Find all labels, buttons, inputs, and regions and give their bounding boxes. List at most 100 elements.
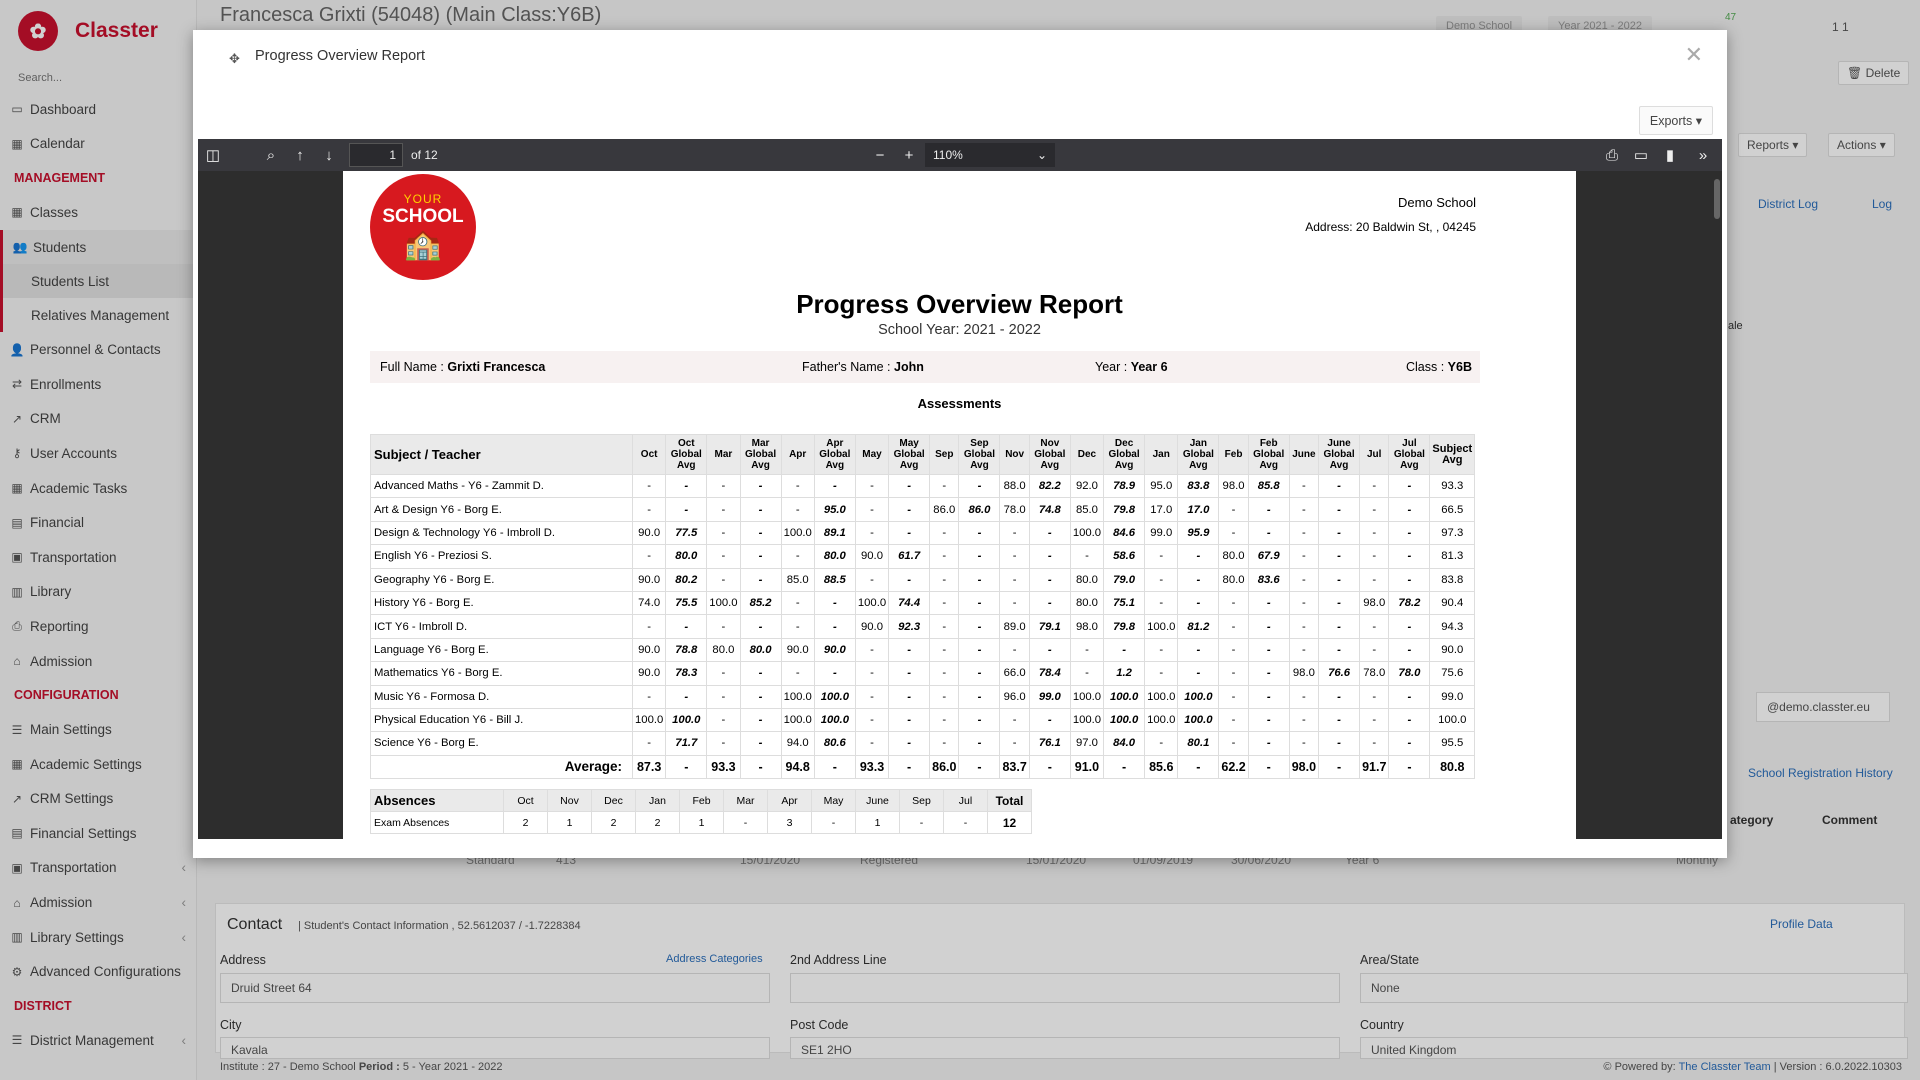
grade-cell: 100.0 — [631, 707, 667, 733]
grade-cell: 95.0 — [1144, 473, 1179, 499]
arrow-up-icon[interactable]: ↑ — [286, 139, 314, 171]
grade-cell: - — [1218, 707, 1249, 733]
grade-cell: - — [1359, 497, 1390, 522]
grade-cell: - — [1318, 497, 1361, 522]
grade-cell: - — [1028, 637, 1071, 663]
grade-cell: 94.0 — [780, 731, 815, 756]
absences-cell: 2 — [591, 811, 636, 834]
grade-cell: - — [958, 590, 1001, 616]
bookmark-icon[interactable]: ▮ — [1656, 139, 1684, 171]
grade-cell: 79.0 — [1103, 567, 1146, 592]
grade-cell: - — [929, 731, 960, 756]
grade-cell: - — [1359, 637, 1390, 663]
school-logo: YOUR SCHOOL 🏫 — [370, 174, 476, 280]
grade-cell: - — [780, 590, 815, 616]
subject-avg-cell: 99.0 — [1429, 684, 1476, 709]
grade-cell: - — [958, 637, 1001, 663]
search-icon[interactable]: ⌕ — [257, 139, 285, 171]
average-cell: 62.2 — [1218, 754, 1249, 780]
grade-cell: - — [958, 684, 1001, 709]
grade-cell: 17.0 — [1144, 497, 1179, 522]
absences-header-row: Absences Oct Nov Dec Jan Feb Mar Apr May June Sep J… — [370, 789, 1032, 812]
subject-avg-cell: 90.0 — [1429, 637, 1476, 663]
average-cell: - — [1247, 754, 1290, 780]
print-icon[interactable]: ⎙ — [1598, 139, 1626, 171]
grade-cell: - — [1288, 637, 1320, 663]
grade-cell: 99.0 — [1144, 520, 1179, 546]
grade-cell: - — [1388, 637, 1431, 663]
arrow-down-icon[interactable]: ↓ — [315, 139, 343, 171]
pdf-scrollbar[interactable] — [1714, 179, 1720, 219]
grade-cell: - — [1103, 637, 1146, 663]
move-icon[interactable]: ✥ — [229, 51, 240, 67]
sidebar-toggle-icon[interactable]: ◫ — [199, 139, 227, 171]
column-header: June — [1288, 434, 1320, 475]
pdf-viewer: ◫ ⌕ ↑ ↓ 1 of 12 − + 110% ⌄ ⎙ ▭ ▮ » YOUR S… — [198, 139, 1722, 839]
tools-menu-icon[interactable]: » — [1689, 139, 1717, 171]
grade-cell: 75.1 — [1103, 590, 1146, 616]
grade-cell: 95.9 — [1177, 520, 1220, 546]
average-cell: - — [739, 754, 782, 780]
grade-cell: - — [1318, 614, 1361, 639]
grade-cell: - — [739, 731, 782, 756]
grade-cell: - — [1028, 590, 1071, 616]
grade-cell: 100.0 — [706, 590, 741, 616]
absences-month-header: Dec — [591, 789, 636, 812]
subject-cell: Physical Education Y6 - Bill J. — [370, 707, 633, 733]
grade-cell: 100.0 — [813, 684, 856, 709]
close-icon[interactable]: ✕ — [1685, 42, 1703, 68]
grade-cell: - — [1177, 637, 1220, 663]
grade-cell: 66.0 — [999, 661, 1030, 686]
report-modal: ✥ Progress Overview Report ✕ Exports ▾ ◫… — [193, 30, 1727, 858]
grade-cell: - — [958, 473, 1001, 499]
grade-cell: 79.8 — [1103, 497, 1146, 522]
grade-cell: - — [1388, 707, 1431, 733]
grade-cell: - — [1247, 731, 1290, 756]
grade-cell: - — [706, 497, 741, 522]
grade-cell: - — [1288, 567, 1320, 592]
grade-cell: - — [1288, 731, 1320, 756]
grade-cell: - — [929, 520, 960, 546]
grade-cell: 100.0 — [1177, 707, 1220, 733]
column-header: Apr — [780, 434, 815, 475]
subject-cell: Science Y6 - Borg E. — [370, 731, 633, 756]
grade-cell: - — [1288, 614, 1320, 639]
open-file-icon[interactable]: ▭ — [1627, 139, 1655, 171]
subject-avg-cell: 93.3 — [1429, 473, 1476, 499]
grade-cell: - — [739, 661, 782, 686]
average-cell: 94.8 — [780, 754, 815, 780]
absences-cell: 2 — [503, 811, 548, 834]
absences-month-header: Jul — [943, 789, 988, 812]
assessments-title: Assessments — [917, 396, 1002, 411]
grade-cell: - — [929, 567, 960, 592]
exports-button[interactable]: Exports ▾ — [1638, 106, 1713, 135]
grade-cell: 90.0 — [631, 567, 667, 592]
zoom-in-icon[interactable]: + — [895, 139, 923, 171]
column-header: May — [854, 434, 890, 475]
grade-cell: - — [1388, 731, 1431, 756]
grade-cell: 61.7 — [888, 544, 931, 569]
grade-cell: - — [665, 684, 708, 709]
grade-cell: 90.0 — [631, 520, 667, 546]
grade-cell: 98.0 — [1359, 590, 1390, 616]
grade-cell: - — [1069, 544, 1105, 569]
grade-cell: 81.2 — [1177, 614, 1220, 639]
grade-cell: - — [1318, 520, 1361, 546]
average-cell: 85.6 — [1144, 754, 1179, 780]
column-header: Feb Global Avg — [1247, 434, 1290, 475]
grade-cell: - — [888, 637, 931, 663]
grade-cell: - — [999, 731, 1030, 756]
grade-cell: 78.0 — [1359, 661, 1390, 686]
zoom-out-icon[interactable]: − — [866, 139, 894, 171]
page-number-input[interactable]: 1 — [349, 143, 403, 167]
grade-cell: - — [929, 473, 960, 499]
grade-cell: - — [1359, 473, 1390, 499]
grade-cell: 1.2 — [1103, 661, 1146, 686]
zoom-select[interactable]: 110% ⌄ — [925, 143, 1055, 167]
grade-cell: - — [1359, 544, 1390, 569]
grade-cell: - — [739, 473, 782, 499]
absences-row: Exam Absences 2 1 2 2 1-3-1- -12 — [370, 811, 1032, 834]
grade-cell: - — [1388, 497, 1431, 522]
column-header: Apr Global Avg — [813, 434, 856, 475]
subject-avg-cell: 100.0 — [1429, 707, 1476, 733]
